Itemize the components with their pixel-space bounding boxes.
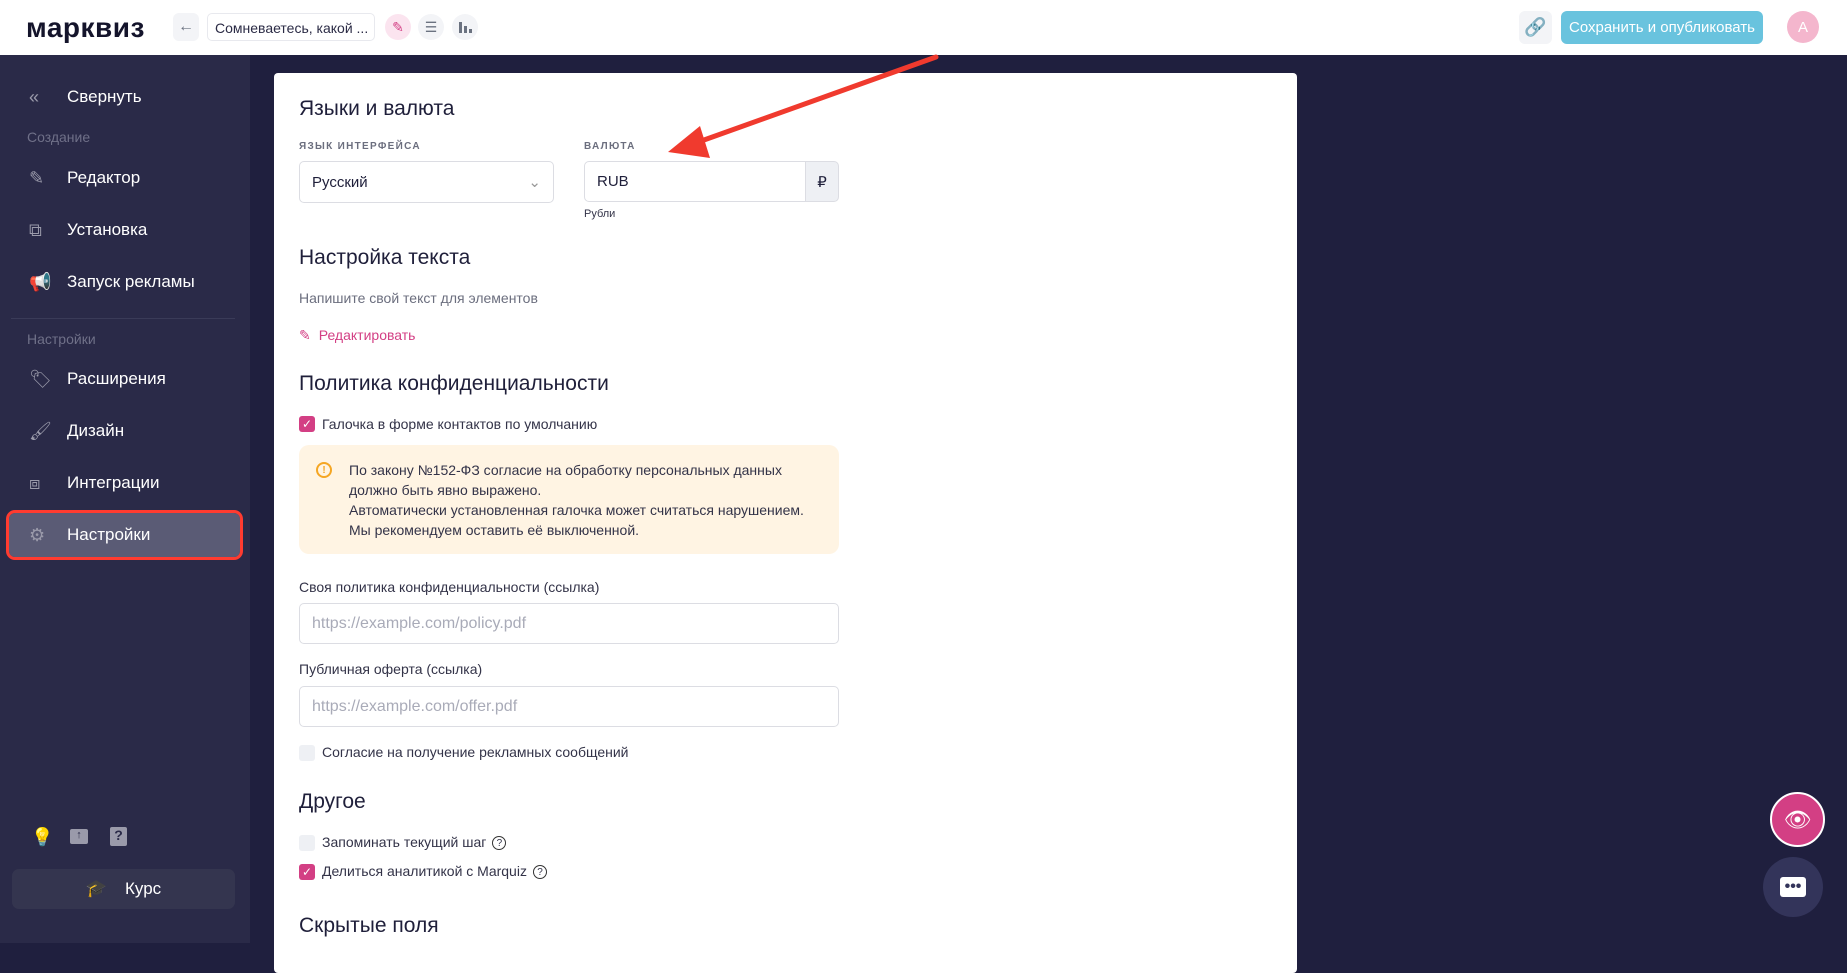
double-chevron-left-icon: « xyxy=(29,86,40,107)
chevron-down-icon: ⌄ xyxy=(528,174,541,191)
sidebar-item-label: Запуск рекламы xyxy=(67,272,195,291)
offer-url-input[interactable]: https://example.com/offer.pdf xyxy=(299,686,839,727)
sidebar-item-label: Настройки xyxy=(67,525,151,544)
warning-text: По закону №152-ФЗ согласие на обработку … xyxy=(349,460,804,540)
sidebar-collapse[interactable]: « Свернуть xyxy=(9,75,240,119)
link-icon[interactable]: 🔗 xyxy=(1519,11,1552,44)
language-value: Русский xyxy=(312,173,368,191)
puzzle-icon: ⧈ xyxy=(29,472,41,493)
currency-label: ВАЛЮТА xyxy=(584,141,636,152)
sidebar-item-label: Расширения xyxy=(67,369,166,388)
remember-step-label: Запоминать текущий шаг? xyxy=(322,834,507,851)
section-heading-hidden-fields: Скрытые поля xyxy=(299,914,439,937)
chat-icon[interactable]: ••• xyxy=(1763,857,1823,917)
remember-step-text: Запоминать текущий шаг xyxy=(322,834,487,850)
ads-consent-checkbox[interactable] xyxy=(299,745,315,761)
course-label: Курс xyxy=(125,879,162,898)
edit-pencil-icon[interactable]: ✎ xyxy=(385,14,411,40)
sidebar-item-settings[interactable]: ⚙ Настройки xyxy=(6,510,243,560)
section-heading-text: Настройка текста xyxy=(299,246,471,269)
sidebar-item-label: Интеграции xyxy=(67,473,160,492)
warning-line: должно быть явно выражено. xyxy=(349,482,542,498)
pencil-icon: ✎ xyxy=(29,167,45,188)
top-bar: марквиз ← Сомневаетесь, какой ... ✎ ☰ 🔗 … xyxy=(0,0,1847,55)
share-analytics-label: Делиться аналитикой с Marquiz? xyxy=(322,863,547,880)
graduation-cap-icon: 🎓 xyxy=(85,879,107,898)
warning-line: По закону №152-ФЗ согласие на обработку … xyxy=(349,462,782,478)
sidebar-item-label: Дизайн xyxy=(67,421,125,440)
warning-line: Автоматически установленная галочка може… xyxy=(349,502,804,518)
bar-chart-icon[interactable] xyxy=(452,14,478,40)
help-icon[interactable]: ? xyxy=(110,827,127,846)
currency-hint: Рубли xyxy=(584,208,616,220)
ads-consent-label: Согласие на получение рекламных сообщени… xyxy=(322,744,629,760)
megaphone-icon: 📢 xyxy=(29,271,52,292)
section-heading-languages: Языки и валюта xyxy=(299,97,455,120)
sidebar-item-editor[interactable]: ✎ Редактор xyxy=(9,156,240,200)
course-button[interactable]: 🎓 Курс xyxy=(12,869,235,909)
sidebar-item-label: Свернуть xyxy=(67,87,142,106)
sidebar-item-extensions[interactable]: 🏷 Расширения xyxy=(9,357,240,401)
avatar[interactable]: А xyxy=(1787,11,1819,43)
help-circle-icon[interactable]: ? xyxy=(492,836,507,851)
share-analytics-checkbox[interactable]: ✓ xyxy=(299,864,315,880)
edit-text-link[interactable]: ✎ Редактировать xyxy=(299,327,415,344)
sidebar-item-integrations[interactable]: ⧈ Интеграции xyxy=(9,461,240,505)
preview-eye-icon[interactable]: 👁 xyxy=(1770,792,1825,847)
list-icon[interactable]: ☰ xyxy=(418,14,444,40)
privacy-checkbox-label: Галочка в форме контактов по умолчанию xyxy=(322,416,598,432)
folder-upload-icon[interactable]: ↑ xyxy=(70,829,88,844)
sidebar-item-ads[interactable]: 📢 Запуск рекламы xyxy=(9,260,240,304)
section-heading-privacy: Политика конфиденциальности xyxy=(299,372,609,395)
offer-placeholder: https://example.com/offer.pdf xyxy=(312,697,518,715)
quiz-title-input[interactable]: Сомневаетесь, какой ... xyxy=(207,13,375,41)
sidebar-item-label: Установка xyxy=(67,220,148,239)
warning-icon: ! xyxy=(316,462,332,478)
edit-link-label: Редактировать xyxy=(318,327,416,343)
share-analytics-text: Делиться аналитикой с Marquiz xyxy=(322,863,527,879)
tag-plus-icon: 🏷 xyxy=(29,368,52,389)
save-publish-button[interactable]: Сохранить и опубликовать xyxy=(1561,11,1763,44)
help-circle-icon[interactable]: ? xyxy=(532,865,547,880)
install-icon: ⧉ xyxy=(29,219,42,240)
sidebar-item-install[interactable]: ⧉ Установка xyxy=(9,208,240,252)
brush-icon: 🖌 xyxy=(29,420,52,441)
divider xyxy=(11,318,235,319)
policy-label: Своя политика конфиденциальности (ссылка… xyxy=(299,579,600,595)
policy-url-input[interactable]: https://example.com/policy.pdf xyxy=(299,603,839,644)
warning-box: ! По закону №152-ФЗ согласие на обработк… xyxy=(299,445,839,554)
offer-label: Публичная оферта (ссылка) xyxy=(299,661,483,677)
pencil-icon: ✎ xyxy=(299,327,311,343)
policy-placeholder: https://example.com/policy.pdf xyxy=(312,614,527,632)
settings-card: Языки и валюта ЯЗЫК ИНТЕРФЕЙСА Русский ⌄ … xyxy=(274,73,1297,973)
section-label-create: Создание xyxy=(27,129,91,145)
text-description: Напишите свой текст для элементов xyxy=(299,290,538,306)
gear-icon: ⚙ xyxy=(29,524,46,545)
currency-symbol: ₽ xyxy=(805,161,839,202)
warning-line: Мы рекомендуем оставить её выключенной. xyxy=(349,522,640,538)
sidebar: «Свернуть Создание ✎ Редактор ⧉ Установка … xyxy=(0,55,250,943)
sidebar-item-design[interactable]: 🖌 Дизайн xyxy=(9,409,240,453)
lightbulb-icon[interactable]: 💡 xyxy=(31,827,53,848)
sidebar-item-label: Редактор xyxy=(67,168,141,187)
section-label-settings: Настройки xyxy=(27,331,96,347)
language-label: ЯЗЫК ИНТЕРФЕЙСА xyxy=(299,141,421,152)
section-heading-other: Другое xyxy=(299,790,366,813)
back-arrow-icon[interactable]: ← xyxy=(173,13,199,41)
remember-step-checkbox[interactable] xyxy=(299,835,315,851)
privacy-checkbox[interactable]: ✓ xyxy=(299,416,315,432)
logo[interactable]: марквиз xyxy=(26,12,145,44)
language-select[interactable]: Русский ⌄ xyxy=(299,161,554,203)
currency-input[interactable]: RUB xyxy=(584,161,806,202)
